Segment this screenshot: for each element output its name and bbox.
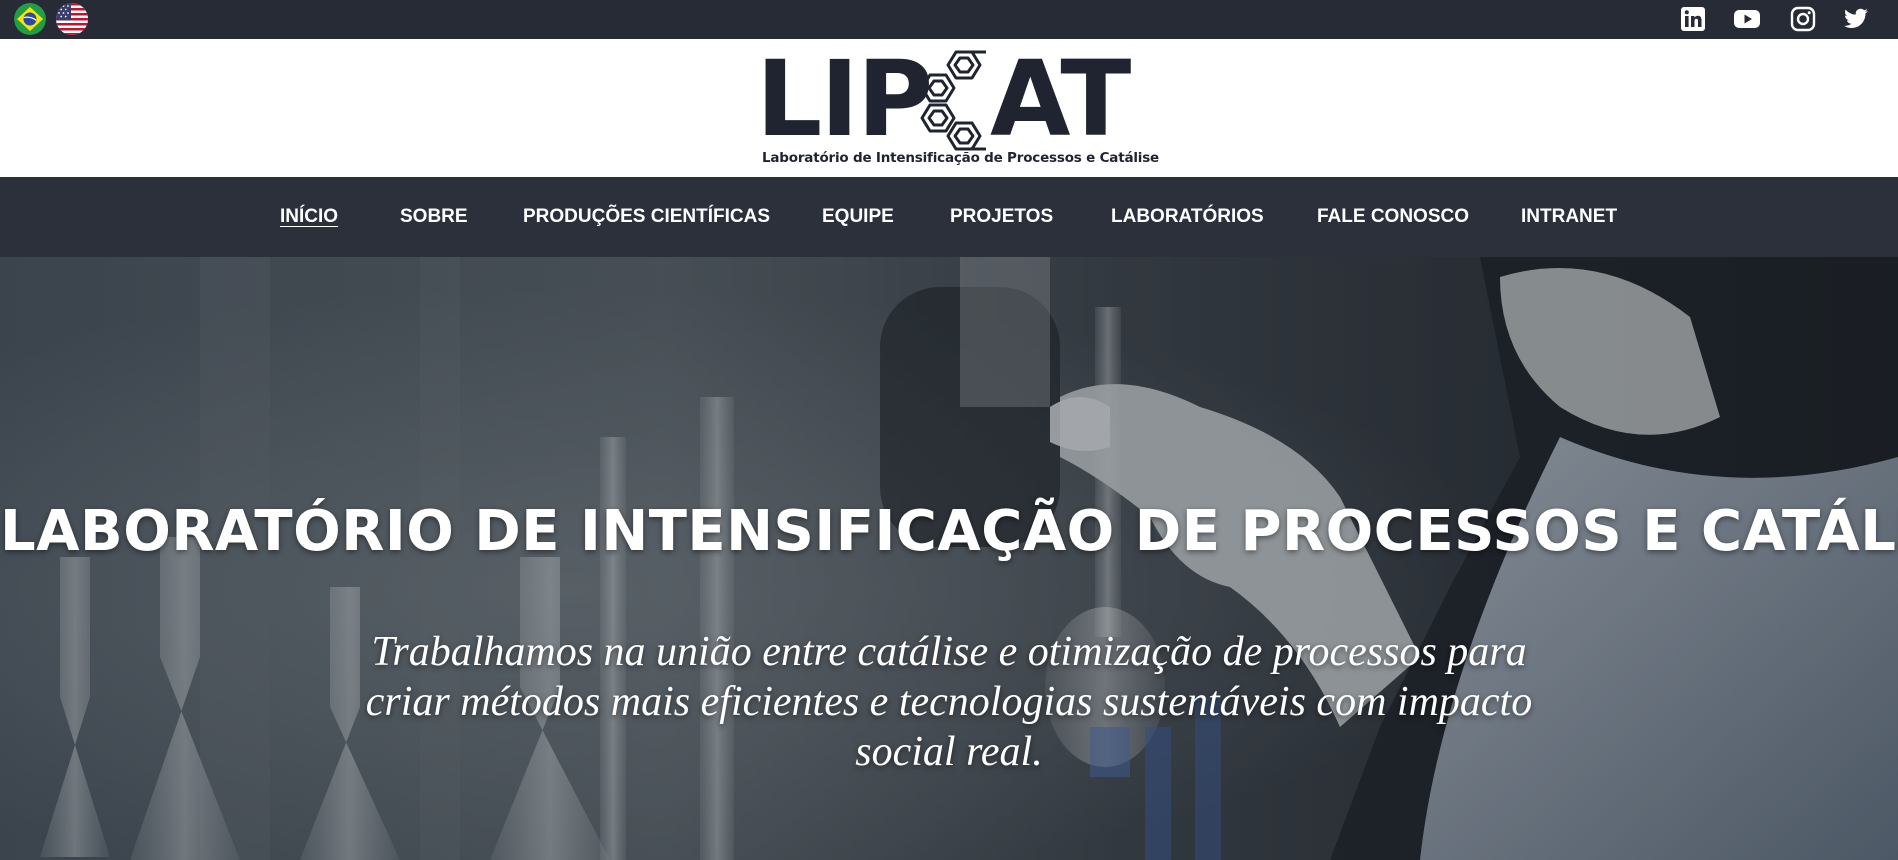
nav-item-producoes-cientificas[interactable]: PRODUÇÕES CIENTÍFICAS bbox=[523, 204, 770, 230]
hero-banner: LABORATÓRIO DE INTENSIFICAÇÃO DE PROCESS… bbox=[0, 257, 1898, 860]
nav-item-laboratorios[interactable]: LABORATÓRIOS bbox=[1111, 204, 1264, 230]
nav-item-fale-conosco[interactable]: FALE CONOSCO bbox=[1317, 204, 1469, 230]
logo-banner: LIP AT Laboratório de Intensificação de … bbox=[0, 39, 1898, 177]
hero-title: LABORATÓRIO DE INTENSIFICAÇÃO DE PROCESS… bbox=[0, 499, 1898, 564]
lipcat-logo[interactable]: LIP AT Laboratório de Intensificação de … bbox=[756, 38, 1159, 172]
top-bar bbox=[0, 0, 1898, 39]
main-nav: INÍCIO SOBRE PRODUÇÕES CIENTÍFICAS EQUIP… bbox=[0, 177, 1898, 257]
nav-item-projetos[interactable]: PROJETOS bbox=[950, 204, 1053, 230]
nav-item-intranet[interactable]: INTRANET bbox=[1521, 204, 1617, 230]
logo-text-lip: LIP bbox=[756, 38, 933, 160]
linkedin-icon[interactable] bbox=[1680, 6, 1706, 32]
usa-flag-icon[interactable] bbox=[56, 3, 88, 35]
logo-text-at: AT bbox=[990, 38, 1131, 160]
nav-item-inicio[interactable]: INÍCIO bbox=[280, 204, 338, 230]
youtube-icon[interactable] bbox=[1734, 6, 1760, 32]
brazil-flag-icon[interactable] bbox=[14, 3, 46, 35]
instagram-icon[interactable] bbox=[1790, 6, 1816, 32]
nav-item-equipe[interactable]: EQUIPE bbox=[822, 204, 894, 230]
nav-item-sobre[interactable]: SOBRE bbox=[400, 204, 468, 230]
hero-subtitle: Trabalhamos na união entre catálise e ot… bbox=[365, 629, 1533, 775]
logo-tagline: Laboratório de Intensificação de Process… bbox=[762, 150, 1160, 166]
twitter-icon[interactable] bbox=[1843, 6, 1869, 32]
catalyst-molecule-icon bbox=[920, 50, 986, 151]
